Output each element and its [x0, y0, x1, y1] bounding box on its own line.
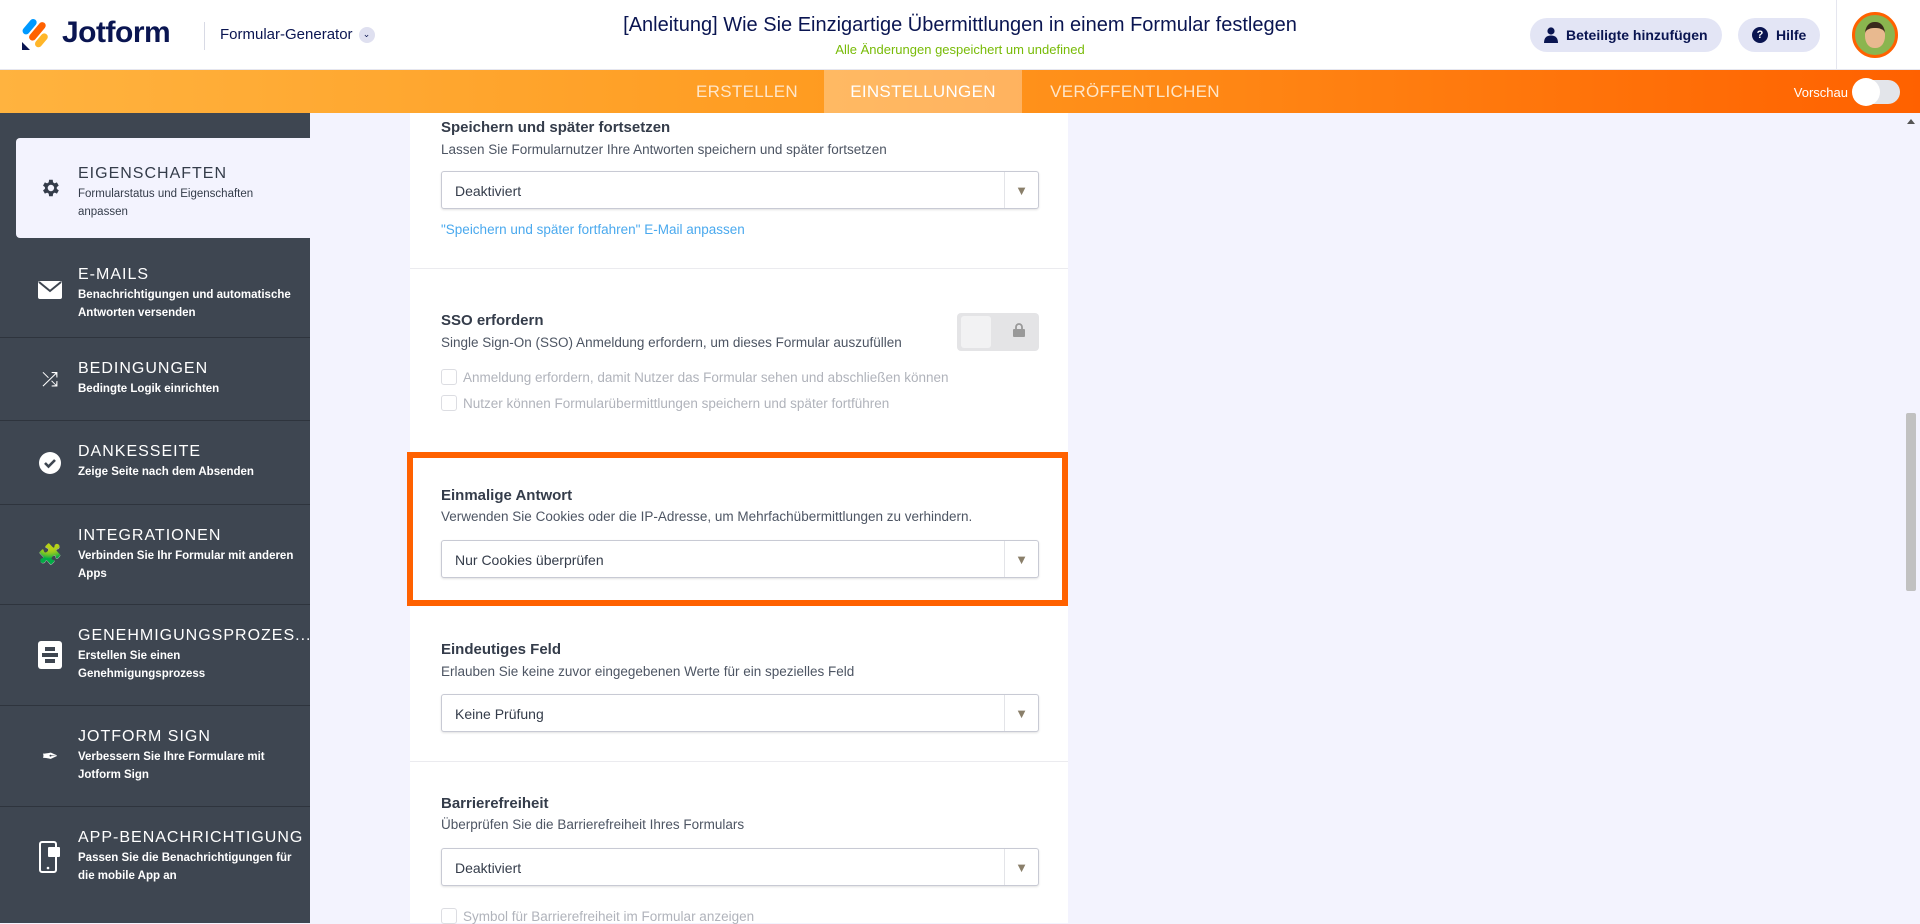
sidebar-item-emails[interactable]: E-MAILS Benachrichtigungen und automatis…	[0, 238, 310, 338]
main-tabs: ERSTELLEN EINSTELLUNGEN VERÖFFENTLICHEN …	[0, 70, 1920, 113]
save-later-dropdown[interactable]: Deaktiviert ▼	[441, 171, 1039, 209]
sso-option-checkbox[interactable]: Nutzer können Formularübermittlungen spe…	[441, 395, 889, 411]
section-title: Barrierefreiheit	[441, 795, 549, 812]
section-desc: Single Sign-On (SSO) Anmeldung erfordern…	[441, 335, 902, 350]
avatar-face	[1865, 22, 1885, 48]
divider	[410, 761, 1068, 762]
sso-option-checkbox[interactable]: Anmeldung erfordern, damit Nutzer das Fo…	[441, 369, 949, 385]
preview-label: Vorschau	[1793, 84, 1848, 100]
question-icon: ?	[1752, 27, 1768, 43]
caret-down-icon: ▼	[1004, 849, 1038, 885]
puzzle-icon: 🧩	[37, 543, 63, 566]
sidebar-item-desc: Formularstatus und Eigenschaften anpasse…	[78, 188, 254, 218]
tab-einstellungen[interactable]: EINSTELLUNGEN	[824, 70, 1022, 113]
highlight-box	[407, 452, 1068, 606]
sso-toggle[interactable]	[957, 313, 1039, 351]
tab-veroeffentlichen[interactable]: VERÖFFENTLICHEN	[1036, 70, 1234, 113]
section-desc: Lassen Sie Formularnutzer Ihre Antworten…	[441, 142, 887, 157]
sidebar-item-desc: Verbessern Sie Ihre Formulare mit Jotfor…	[78, 751, 265, 781]
settings-sidebar: EIGENSCHAFTEN Formularstatus und Eigensc…	[0, 113, 310, 923]
sidebar-item-genehmigungsprozess[interactable]: GENEHMIGUNGSPROZES... Erstellen Sie eine…	[0, 605, 310, 706]
dropdown-value: Keine Prüfung	[455, 706, 544, 722]
preview-toggle[interactable]: Vorschau	[1793, 78, 1900, 106]
scrollbar-thumb[interactable]	[1906, 413, 1916, 591]
customize-email-link[interactable]: "Speichern und später fortfahren" E-Mail…	[441, 222, 745, 237]
section-desc: Erlauben Sie keine zuvor eingegebenen We…	[441, 664, 855, 679]
sidebar-item-title: INTEGRATIONEN	[78, 527, 222, 544]
section-title: Eindeutiges Feld	[441, 641, 562, 658]
caret-down-icon: ▼	[1004, 172, 1038, 208]
checkbox[interactable]	[441, 369, 457, 385]
sidebar-item-integrationen[interactable]: 🧩 INTEGRATIONEN Verbinden Sie Ihr Formul…	[0, 505, 310, 605]
checkbox-label: Anmeldung erfordern, damit Nutzer das Fo…	[463, 369, 949, 385]
sidebar-item-title: JOTFORM SIGN	[78, 728, 211, 745]
preview-switch[interactable]	[1852, 78, 1900, 106]
section-title: SSO erfordern	[441, 312, 544, 329]
toggle-knob	[961, 316, 991, 348]
caret-down-icon: ▼	[1004, 695, 1038, 731]
user-icon	[1544, 27, 1558, 43]
gear-icon	[38, 176, 62, 200]
checkbox[interactable]	[441, 908, 457, 924]
sidebar-item-eigenschaften[interactable]: EIGENSCHAFTEN Formularstatus und Eigensc…	[16, 138, 310, 238]
checkbox-label: Nutzer können Formularübermittlungen spe…	[463, 395, 890, 411]
help-button[interactable]: ? Hilfe	[1738, 18, 1821, 52]
scroll-up-icon[interactable]	[1907, 119, 1915, 124]
flowchart-icon	[38, 641, 62, 669]
sidebar-item-desc: Benachrichtigungen und automatische Antw…	[78, 289, 291, 319]
envelope-icon	[38, 278, 62, 302]
sidebar-item-dankesseite[interactable]: DANKESSEITE Zeige Seite nach dem Absende…	[0, 421, 310, 505]
sidebar-item-title: EIGENSCHAFTEN	[78, 165, 228, 182]
section-title: Speichern und später fortsetzen	[441, 119, 671, 136]
sidebar-item-title: DANKESSEITE	[78, 443, 202, 460]
mobile-icon	[38, 841, 62, 873]
sidebar-item-desc: Zeige Seite nach dem Absenden	[78, 466, 254, 478]
sidebar-item-title: APP-BENACHRICHTIGUNG	[78, 829, 304, 846]
sidebar-item-desc: Passen Sie die Benachrichtigungen für di…	[78, 852, 292, 882]
user-avatar[interactable]	[1852, 12, 1898, 58]
sidebar-item-jotform-sign[interactable]: ✒ JOTFORM SIGN Verbessern Sie Ihre Formu…	[0, 706, 310, 807]
divider	[410, 268, 1068, 269]
top-header: Jotform Formular-Generator ⌄ [Anleitung]…	[0, 0, 1920, 70]
sidebar-item-app-benachrichtigung[interactable]: APP-BENACHRICHTIGUNG Passen Sie die Bena…	[0, 807, 310, 908]
shuffle-icon: ⤮	[42, 368, 58, 391]
accessibility-icon-checkbox[interactable]: Symbol für Barrierefreiheit im Formular …	[441, 908, 754, 924]
help-label: Hilfe	[1776, 27, 1807, 43]
tab-erstellen[interactable]: ERSTELLEN	[680, 70, 814, 113]
sidebar-item-title: GENEHMIGUNGSPROZES...	[78, 627, 312, 644]
lock-icon	[1013, 323, 1025, 337]
sidebar-item-bedingungen[interactable]: ⤮ BEDINGUNGEN Bedingte Logik einrichten	[0, 338, 310, 421]
sidebar-item-title: E-MAILS	[78, 266, 150, 283]
add-participants-label: Beteiligte hinzufügen	[1566, 27, 1708, 43]
checkbox-label: Symbol für Barrierefreiheit im Formular …	[463, 908, 755, 924]
unique-field-dropdown[interactable]: Keine Prüfung ▼	[441, 694, 1039, 732]
checkbox[interactable]	[441, 395, 457, 411]
divider	[1836, 0, 1837, 70]
sidebar-item-title: BEDINGUNGEN	[78, 360, 209, 377]
dropdown-value: Deaktiviert	[455, 860, 522, 876]
dropdown-value: Deaktiviert	[455, 183, 522, 199]
pen-icon: ✒	[41, 745, 59, 768]
sidebar-item-desc: Bedingte Logik einrichten	[78, 383, 220, 395]
scrollbar[interactable]	[1902, 113, 1920, 923]
accessibility-dropdown[interactable]: Deaktiviert ▼	[441, 848, 1039, 886]
sidebar-item-desc: Erstellen Sie einen Genehmigungsprozess	[78, 650, 206, 680]
add-participants-button[interactable]: Beteiligte hinzufügen	[1530, 18, 1722, 52]
sidebar-item-desc: Verbinden Sie Ihr Formular mit anderen A…	[78, 550, 294, 580]
section-desc: Überprüfen Sie die Barrierefreiheit Ihre…	[441, 817, 745, 832]
check-circle-icon	[38, 451, 62, 475]
